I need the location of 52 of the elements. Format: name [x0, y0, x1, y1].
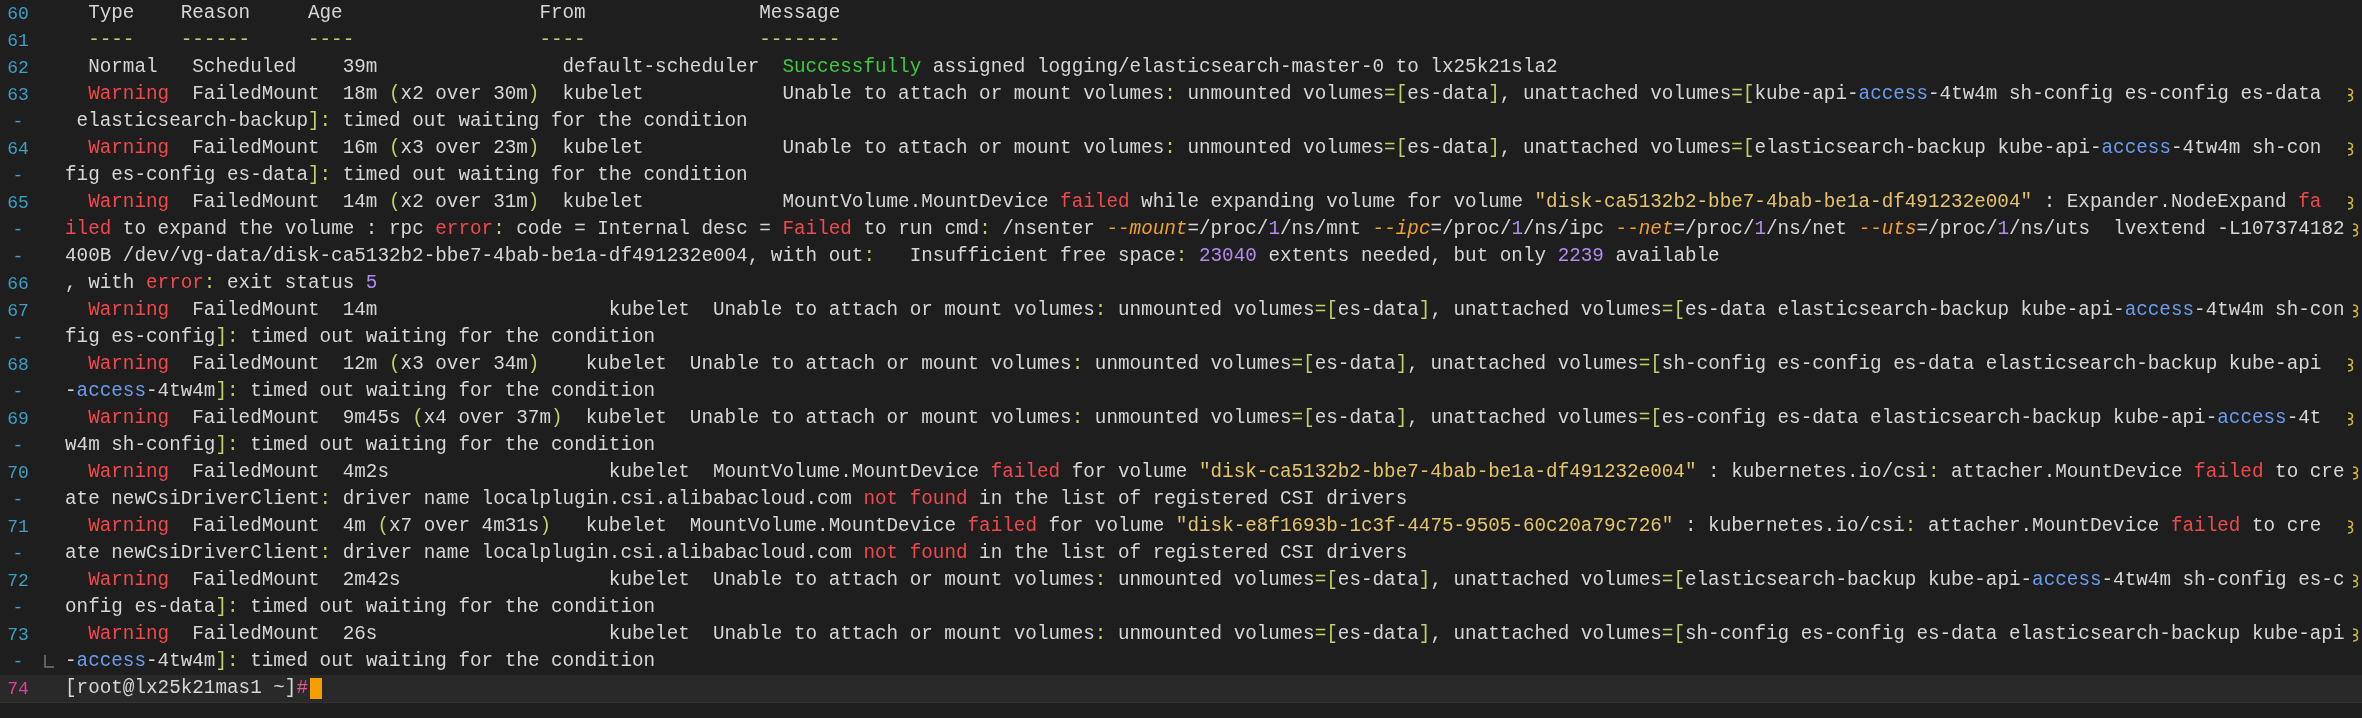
terminal-line: ate newCsiDriverClient: driver name localplugin.csi.alibabacloud.com not found in the list of registered CSI drivers — [65, 541, 1408, 566]
terminal-line: [root@lx25k21mas1 ~]# — [65, 676, 308, 701]
line-number: 65 — [6, 192, 30, 213]
line-number: - — [11, 435, 25, 456]
line-number: 69 — [6, 408, 30, 429]
line-number: 70 — [6, 462, 30, 483]
terminal-line: Warning FailedMount 4m2s kubelet MountVolume.MountDevice failed for volume "disk-ca5132b2-bbe7-4bab-be1a-df491232e004" : kubernetes.io/csi: attacher.MountDevice failed to cre — [87, 460, 2345, 485]
line-number: 73 — [6, 624, 30, 645]
terminal-line: Warning FailedMount 16m (x3 over 23m) kubelet Unable to attach or mount volumes: unmounted volumes=[es-data], unattached volumes=[elasticsearch-backup kube-api-access-4tw4m sh-con — [87, 136, 2322, 161]
terminal-line: ate newCsiDriverClient: driver name localplugin.csi.alibabacloud.com not found in the list of registered CSI drivers — [65, 487, 1408, 512]
terminal-line: Warning FailedMount 14m (x2 over 31m) kubelet MountVolume.MountDevice failed while expanding volume for volume "disk-ca5132b2-bbe7-4bab-be1a-df491232e004" : Expander.NodeExpand fa — [87, 190, 2322, 215]
terminal-line: Warning FailedMount 9m45s (x4 over 37m) kubelet Unable to attach or mount volumes: unmounted volumes=[es-data], unattached volumes=[es-config es-data elasticsearch-backup kube-api-access-4t — [87, 406, 2322, 431]
terminal-line: Warning FailedMount 26s kubelet Unable to attach or mount volumes: unmounted volumes=[es-data], unattached volumes=[sh-config es-config es-data elasticsearch-backup kube-api — [87, 622, 2345, 647]
line-number: - — [11, 165, 25, 186]
terminal-line: Warning FailedMount 18m (x2 over 30m) kubelet Unable to attach or mount volumes: unmounted volumes=[es-data], unattached volumes=[kube-api-access-4tw4m sh-config es-config es-data — [87, 82, 2322, 107]
line-number: - — [11, 489, 25, 510]
terminal-line: , with error: exit status 5 — [65, 271, 378, 296]
line-number: - — [11, 246, 25, 267]
line-number: 71 — [6, 516, 30, 537]
line-number: 63 — [6, 84, 30, 105]
terminal-line: fig es-config es-data]: timed out waiting for the condition — [65, 163, 748, 188]
line-number: 62 — [6, 57, 30, 78]
line-number: 60 — [6, 3, 30, 24]
line-number: - — [11, 111, 25, 132]
terminal-line: w4m sh-config]: timed out waiting for the condition — [65, 433, 656, 458]
line-number: - — [11, 381, 25, 402]
line-number: 66 — [6, 273, 30, 294]
line-number: 61 — [6, 30, 30, 51]
terminal-line: elasticsearch-backup]: timed out waiting for the condition — [75, 109, 748, 134]
line-number: - — [11, 597, 25, 618]
line-number: 72 — [6, 570, 30, 591]
terminal-line: iled to expand the volume : rpc error: code = Internal desc = Failed to run cmd: /nsenter --mount=/proc/1/ns/mnt --ipc=/proc/1/ns/ipc --net=/proc/1/ns/net --uts=/proc/1/ns/uts lvextend -L107374182 — [65, 217, 2345, 242]
terminal-line: Normal Scheduled 39m default-scheduler Successfully assigned logging/elasticsearch-master-0 to lx25k21sla2 — [87, 55, 1558, 80]
terminal-line: -access-4tw4m]: timed out waiting for the condition — [65, 379, 656, 404]
terminal-line: fig es-config]: timed out waiting for the condition — [65, 325, 656, 350]
line-number: - — [11, 219, 25, 240]
line-number: 74 — [6, 678, 30, 699]
line-number: - — [11, 651, 25, 672]
terminal-line: Warning FailedMount 2m42s kubelet Unable to attach or mount volumes: unmounted volumes=[es-data], unattached volumes=[elasticsearch-backup kube-api-access-4tw4m sh-config es-c — [87, 568, 2345, 593]
terminal-line: Warning FailedMount 12m (x3 over 34m) kubelet Unable to attach or mount volumes: unmounted volumes=[es-data], unattached volumes=[sh-config es-config es-data elasticsearch-backup kube-api — [87, 352, 2322, 377]
terminal-line: Warning FailedMount 4m (x7 over 4m31s) kubelet MountVolume.MountDevice failed for volume "disk-e8f1693b-1c3f-4475-9505-60c20a79c726" : kubernetes.io/csi: attacher.MountDevice failed to cre — [87, 514, 2322, 539]
terminal-line: onfig es-data]: timed out waiting for the condition — [65, 595, 656, 620]
line-number: - — [11, 543, 25, 564]
terminal-line: Type Reason Age From Message — [87, 1, 841, 26]
terminal-line: -access-4tw4m]: timed out waiting for the condition — [65, 649, 656, 674]
line-number: - — [11, 327, 25, 348]
line-number: 68 — [6, 354, 30, 375]
terminal-line: Warning FailedMount 14m kubelet Unable to attach or mount volumes: unmounted volumes=[es-data], unattached volumes=[es-data elasticsearch-backup kube-api-access-4tw4m sh-con — [87, 298, 2345, 323]
line-number: 67 — [6, 300, 30, 321]
line-number: 64 — [6, 138, 30, 159]
terminal-line: 400B /dev/vg-data/disk-ca5132b2-bbe7-4bab-be1a-df491232e004, with out: Insufficient free space: 23040 extents needed, but only 2239 available — [65, 244, 1720, 269]
terminal-line: ---- ------ ---- ---- ------- — [87, 28, 841, 53]
